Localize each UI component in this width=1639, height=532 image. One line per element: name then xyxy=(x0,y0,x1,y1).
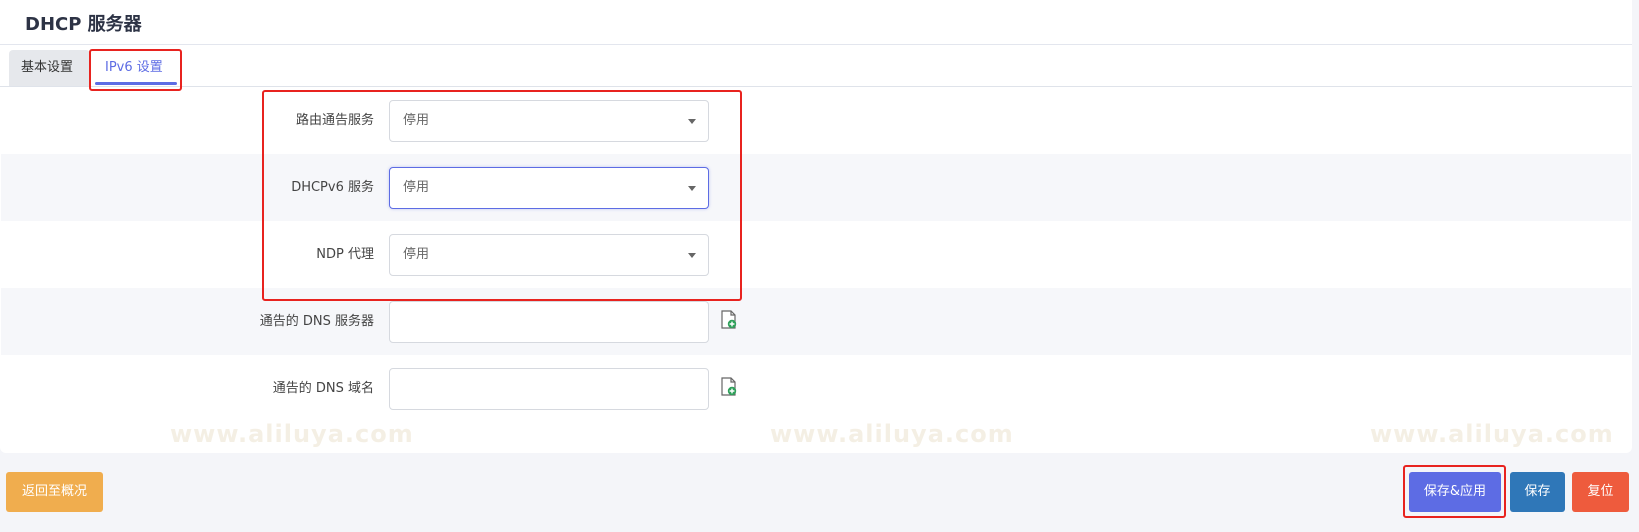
tab-basic-settings[interactable]: 基本设置 xyxy=(9,50,90,86)
page-title: DHCP 服务器 xyxy=(25,14,142,35)
reset-button[interactable]: 复位 xyxy=(1572,472,1629,512)
ra-service-label: 路由通告服务 xyxy=(295,113,374,128)
save-button[interactable]: 保存 xyxy=(1510,472,1565,512)
dns-servers-input[interactable] xyxy=(389,301,709,343)
ndp-proxy-label: NDP 代理 xyxy=(316,247,374,262)
row-ndp-proxy: NDP 代理 停用 xyxy=(1,221,1631,288)
dhcpv6-service-value: 停用 xyxy=(403,180,430,195)
dns-domains-input[interactable] xyxy=(389,368,709,410)
dhcpv6-service-select[interactable]: 停用 xyxy=(389,167,709,209)
chevron-down-icon xyxy=(688,186,696,191)
active-tab-indicator xyxy=(95,82,177,85)
add-entry-icon[interactable] xyxy=(720,310,738,330)
dhcpv6-service-label: DHCPv6 服务 xyxy=(291,180,374,195)
chevron-down-icon xyxy=(688,119,696,124)
add-entry-icon[interactable] xyxy=(720,377,738,397)
row-dns-domains: 通告的 DNS 域名 xyxy=(1,355,1631,422)
title-divider xyxy=(0,44,1632,45)
save-apply-button[interactable]: 保存&应用 xyxy=(1409,472,1501,512)
back-to-overview-button[interactable]: 返回至概况 xyxy=(6,472,103,512)
tab-bar: 基本设置 IPv6 设置 xyxy=(0,50,1632,86)
dns-servers-label: 通告的 DNS 服务器 xyxy=(259,314,374,329)
dns-domains-label: 通告的 DNS 域名 xyxy=(272,381,374,396)
row-dhcpv6-service: DHCPv6 服务 停用 xyxy=(1,154,1631,221)
ndp-proxy-value: 停用 xyxy=(403,247,430,262)
settings-panel: DHCP 服务器 基本设置 IPv6 设置 路由通告服务 停用 DHCPv6 服… xyxy=(0,0,1632,453)
ra-service-select[interactable]: 停用 xyxy=(389,100,709,142)
row-dns-servers: 通告的 DNS 服务器 xyxy=(1,288,1631,355)
tab-ipv6-settings[interactable]: IPv6 设置 xyxy=(93,50,179,86)
chevron-down-icon xyxy=(688,253,696,258)
ndp-proxy-select[interactable]: 停用 xyxy=(389,234,709,276)
row-ra-service: 路由通告服务 停用 xyxy=(1,87,1631,154)
ra-service-value: 停用 xyxy=(403,113,430,128)
tab-ipv6-label: IPv6 设置 xyxy=(105,60,163,75)
